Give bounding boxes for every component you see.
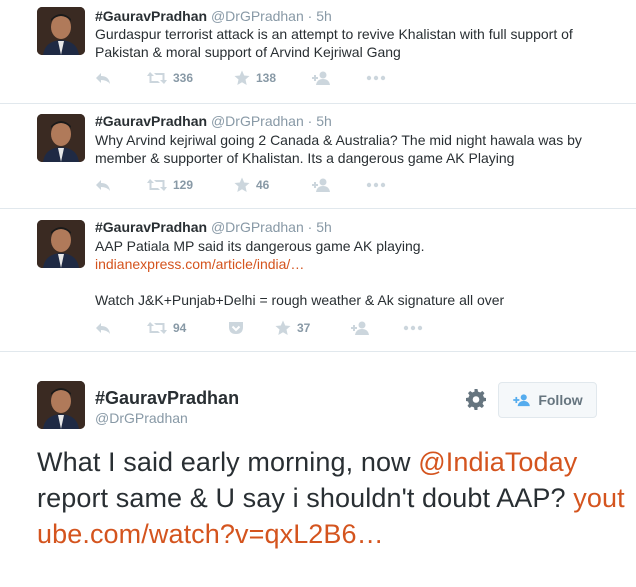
reply-icon xyxy=(96,323,110,334)
avatar[interactable] xyxy=(37,381,85,429)
follow-user-button[interactable] xyxy=(312,175,332,195)
retweet-button[interactable]: 94 xyxy=(147,318,186,338)
pocket-icon xyxy=(229,322,243,334)
retweet-button[interactable]: 129 xyxy=(147,175,193,195)
tweet-timestamp[interactable]: 5h xyxy=(316,8,332,24)
retweet-icon xyxy=(147,322,167,334)
author-name[interactable]: #GauravPradhan xyxy=(95,8,207,24)
follow-user-icon xyxy=(351,321,369,335)
favorite-count: 37 xyxy=(297,321,311,335)
tweet-item[interactable]: #GauravPradhan @DrGPradhan · 5h AAP Pati… xyxy=(0,209,636,352)
separator-dot: · xyxy=(307,113,313,129)
separator-dot: · xyxy=(307,8,313,24)
favorite-count: 138 xyxy=(256,71,277,85)
tweet-header: #GauravPradhan @DrGPradhan · 5h xyxy=(95,218,332,236)
more-button[interactable] xyxy=(366,68,386,88)
tweet-item[interactable]: #GauravPradhan @DrGPradhan · 5h Why Arvi… xyxy=(0,104,636,209)
favorite-button[interactable]: 37 xyxy=(275,318,310,338)
tweet-text: Gurdaspur terrorist attack is an attempt… xyxy=(95,26,573,60)
tweet-text-line: AAP Patiala MP said its dangerous game A… xyxy=(95,238,425,254)
follow-user-button[interactable] xyxy=(351,318,371,338)
expanded-tweet-text: What I said early morning, now @IndiaTod… xyxy=(37,444,627,552)
more-icon xyxy=(403,325,423,331)
author-name[interactable]: #GauravPradhan xyxy=(95,113,207,129)
tweet-text-segment: What I said early morning, now xyxy=(37,447,419,477)
tweet-text-segment: report same & U say i shouldn't doubt AA… xyxy=(37,483,574,513)
more-button[interactable] xyxy=(366,175,386,195)
author-name[interactable]: #GauravPradhan xyxy=(95,219,207,235)
favorite-icon xyxy=(234,70,250,85)
retweet-count: 94 xyxy=(173,321,187,335)
favorite-button[interactable]: 46 xyxy=(234,175,269,195)
follow-user-icon xyxy=(312,178,330,192)
tweet-text: Why Arvind kejriwal going 2 Canada & Aus… xyxy=(95,132,582,166)
reply-button[interactable] xyxy=(95,318,111,338)
tweet-text-line: Watch J&K+Punjab+Delhi = rough weather &… xyxy=(95,292,505,308)
tweet-timestamp[interactable]: 5h xyxy=(316,219,332,235)
follow-user-icon xyxy=(513,394,531,407)
author-handle[interactable]: @DrGPradhan xyxy=(211,8,304,24)
gear-button[interactable] xyxy=(464,387,488,411)
retweet-count: 129 xyxy=(173,178,194,192)
tweet-header: #GauravPradhan @DrGPradhan · 5h xyxy=(95,7,332,25)
tweet-timestamp[interactable]: 5h xyxy=(316,113,332,129)
avatar[interactable] xyxy=(37,7,85,55)
favorite-count: 46 xyxy=(256,178,270,192)
author-handle[interactable]: @DrGPradhan xyxy=(211,113,304,129)
retweet-button[interactable]: 336 xyxy=(147,68,193,88)
favorite-icon xyxy=(275,320,291,335)
more-icon xyxy=(366,182,386,188)
mention-link[interactable]: @IndiaToday xyxy=(418,447,577,477)
follow-user-icon xyxy=(312,71,330,85)
retweet-icon xyxy=(147,72,167,84)
reply-icon xyxy=(96,180,110,191)
avatar[interactable] xyxy=(37,114,85,162)
follow-button[interactable]: Follow xyxy=(498,382,597,418)
retweet-icon xyxy=(147,179,167,191)
tweet-header: #GauravPradhan @DrGPradhan · 5h xyxy=(95,112,332,130)
author-handle[interactable]: @DrGPradhan xyxy=(95,409,188,427)
follow-label: Follow xyxy=(538,392,583,408)
more-button[interactable] xyxy=(403,318,423,338)
reply-button[interactable] xyxy=(95,68,111,88)
author-name[interactable]: #GauravPradhan xyxy=(95,387,239,409)
avatar[interactable] xyxy=(37,220,85,268)
follow-user-button[interactable] xyxy=(312,68,332,88)
gear-icon xyxy=(466,389,486,410)
more-icon xyxy=(366,75,386,81)
pocket-button[interactable] xyxy=(228,318,244,338)
favorite-button[interactable]: 138 xyxy=(234,68,276,88)
reply-button[interactable] xyxy=(95,175,111,195)
author-handle[interactable]: @DrGPradhan xyxy=(211,219,304,235)
tweet-item[interactable]: #GauravPradhan @DrGPradhan · 5h Gurdaspu… xyxy=(0,0,636,104)
tweet-text: AAP Patiala MP said its dangerous game A… xyxy=(95,237,625,309)
reply-icon xyxy=(96,73,110,84)
favorite-icon xyxy=(234,177,250,192)
separator-dot: · xyxy=(307,219,313,235)
tweet-link[interactable]: indianexpress.com/article/india/… xyxy=(95,256,304,272)
retweet-count: 336 xyxy=(173,71,194,85)
